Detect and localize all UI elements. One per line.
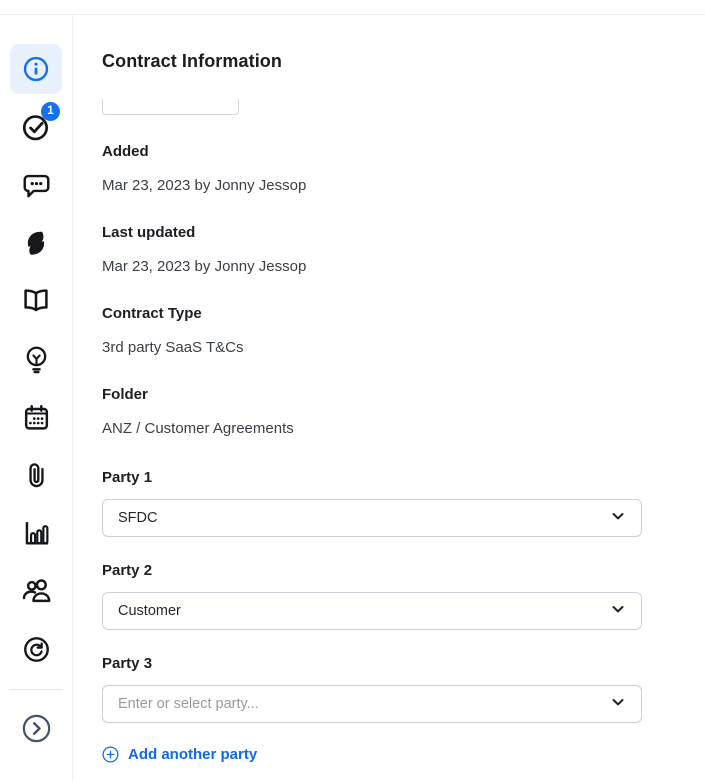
tasks-count-badge: 1 xyxy=(41,102,60,121)
party-1-select[interactable]: SFDC xyxy=(102,499,642,537)
sidebar-item-brand[interactable] xyxy=(10,218,62,268)
party-2-select[interactable]: Customer xyxy=(102,592,642,630)
chevron-right-circle-icon xyxy=(20,712,53,745)
sidebar-item-renewals[interactable] xyxy=(10,624,62,674)
sidebar-item-attachments[interactable] xyxy=(10,450,62,500)
field-label: Contract Type xyxy=(102,305,705,323)
field-party-1: Party 1 SFDC xyxy=(102,469,705,537)
refresh-icon xyxy=(21,634,52,665)
field-label: Party 1 xyxy=(102,469,705,487)
book-icon xyxy=(20,285,52,317)
sidebar-expand-button[interactable] xyxy=(10,703,62,753)
chevron-down-icon xyxy=(610,694,626,715)
add-another-party-label: Add another party xyxy=(128,746,257,763)
field-label: Folder xyxy=(102,386,705,404)
comment-icon xyxy=(21,170,52,201)
add-another-party-link[interactable]: Add another party xyxy=(102,746,705,763)
info-icon xyxy=(21,54,51,84)
field-value: ANZ / Customer Agreements xyxy=(102,420,705,438)
chevron-down-icon xyxy=(610,508,626,529)
plus-circle-icon xyxy=(102,746,119,763)
field-label: Party 3 xyxy=(102,655,705,673)
party-1-value: SFDC xyxy=(118,510,157,526)
field-value: 3rd party SaaS T&Cs xyxy=(102,339,705,357)
bar-chart-icon xyxy=(21,518,52,549)
paperclip-icon xyxy=(21,460,52,491)
sidebar-item-insights[interactable] xyxy=(10,334,62,384)
field-label: Party 2 xyxy=(102,562,705,580)
field-party-3: Party 3 Enter or select party... xyxy=(102,655,705,723)
lightbulb-icon xyxy=(21,344,52,375)
sidebar-item-parties[interactable] xyxy=(10,566,62,616)
field-added: Added Mar 23, 2023 by Jonny Jessop xyxy=(102,143,705,195)
field-value: Mar 23, 2023 by Jonny Jessop xyxy=(102,258,705,276)
users-icon xyxy=(20,575,53,608)
calendar-icon xyxy=(21,402,52,433)
sidebar-item-playbook[interactable] xyxy=(10,276,62,326)
sidebar-item-comments[interactable] xyxy=(10,160,62,210)
page-title: Contract Information xyxy=(102,51,705,72)
chevron-down-icon xyxy=(610,601,626,622)
clipped-control[interactable] xyxy=(102,99,239,115)
field-party-2: Party 2 Customer xyxy=(102,562,705,630)
field-last-updated: Last updated Mar 23, 2023 by Jonny Jesso… xyxy=(102,224,705,276)
top-border-bar xyxy=(0,0,705,15)
contract-info-panel: Contract Information Added Mar 23, 2023 … xyxy=(73,15,705,782)
brand-logo-icon xyxy=(21,227,51,259)
party-2-value: Customer xyxy=(118,603,181,619)
party-3-select[interactable]: Enter or select party... xyxy=(102,685,642,723)
sidebar-divider xyxy=(9,689,63,690)
sidebar-item-analytics[interactable] xyxy=(10,508,62,558)
sidebar-item-tasks[interactable]: 1 xyxy=(10,102,62,152)
field-folder: Folder ANZ / Customer Agreements xyxy=(102,386,705,438)
sidebar-item-info[interactable] xyxy=(10,44,62,94)
field-contract-type: Contract Type 3rd party SaaS T&Cs xyxy=(102,305,705,357)
party-3-placeholder: Enter or select party... xyxy=(118,696,259,712)
field-value: Mar 23, 2023 by Jonny Jessop xyxy=(102,177,705,195)
sidebar-item-calendar[interactable] xyxy=(10,392,62,442)
field-label: Added xyxy=(102,143,705,161)
icon-sidebar: 1 xyxy=(0,15,73,782)
app-layout: 1 xyxy=(0,15,705,782)
field-label: Last updated xyxy=(102,224,705,242)
